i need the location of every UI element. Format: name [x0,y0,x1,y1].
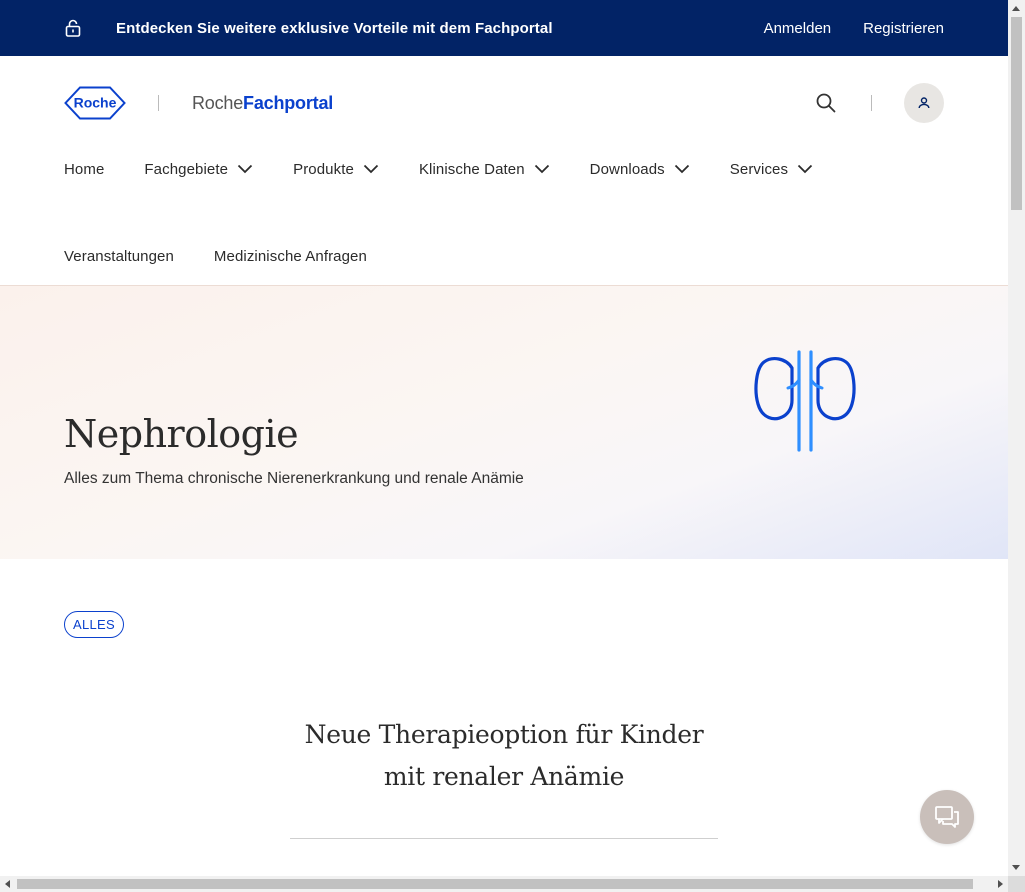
page-viewport: Entdecken Sie weitere exklusive Vorteile… [0,0,1008,876]
nav-row-primary: Home Fachgebiete Produkte Klinische Date… [64,158,853,180]
logo-divider [158,95,159,111]
horizontal-scroll-thumb[interactable] [17,879,973,889]
filter-chip-alles[interactable]: ALLES [64,611,124,638]
nav-label: Home [64,160,105,178]
fachportal-brand[interactable]: RocheFachportal [192,93,333,114]
brand-part2: Fachportal [243,92,334,113]
horizontal-scrollbar[interactable] [0,876,1008,892]
kidney-icon [754,350,856,452]
login-link[interactable]: Anmelden [764,20,832,37]
vertical-scrollbar[interactable] [1008,0,1025,876]
nav-item-downloads[interactable]: Downloads [590,161,690,178]
search-icon[interactable] [815,92,837,114]
scroll-left-arrow-icon[interactable] [5,880,10,888]
nav-item-medizinische-anfragen[interactable]: Medizinische Anfragen [214,248,367,265]
chevron-down-icon [797,164,813,174]
user-icon [918,97,930,109]
promo-text: Entdecken Sie weitere exklusive Vorteile… [116,19,553,37]
nav-item-services[interactable]: Services [730,161,813,178]
article-divider [290,838,718,839]
chat-icon [935,806,959,828]
main-nav: Home Fachgebiete Produkte Klinische Date… [0,150,1008,286]
scroll-down-arrow-icon[interactable] [1012,865,1020,870]
register-link[interactable]: Registrieren [863,20,944,37]
tools-divider [871,95,872,111]
page-title: Nephrologie [64,412,299,456]
auth-links: Anmelden Registrieren [764,20,944,37]
nav-item-klinische-daten[interactable]: Klinische Daten [419,161,550,178]
chevron-down-icon [534,164,549,174]
scrollbar-corner [1008,876,1025,892]
nav-label: Downloads [589,160,665,178]
hero-banner: Nephrologie Alles zum Thema chronische N… [0,286,1008,559]
brand-part1: Roche [192,92,244,113]
filter-chips: ALLES [64,611,124,638]
article-title-line1: Neue Therapieoption für Kinder [304,720,704,749]
nav-item-produkte[interactable]: Produkte [293,161,379,178]
unlock-icon [65,19,81,37]
nav-label: Fachgebiete [144,160,229,178]
article-title[interactable]: Neue Therapieoption für Kinder mit renal… [0,714,1008,798]
nav-row-secondary: Veranstaltungen Medizinische Anfragen [64,248,407,265]
chevron-down-icon [363,164,379,174]
nav-label: Services [729,160,789,178]
roche-logo[interactable]: Roche [64,86,126,120]
nav-label: Produkte [293,160,354,178]
scroll-right-arrow-icon[interactable] [998,880,1003,888]
nav-item-veranstaltungen[interactable]: Veranstaltungen [64,248,174,265]
nav-label: Veranstaltungen [64,248,174,265]
page-subtitle: Alles zum Thema chronische Nierenerkrank… [64,470,524,487]
nav-label: Klinische Daten [418,160,525,178]
header-tools [815,83,944,123]
roche-logo-text: Roche [74,95,117,111]
chevron-down-icon [674,164,689,174]
chat-button[interactable] [920,790,974,844]
promo-bar: Entdecken Sie weitere exklusive Vorteile… [0,0,1008,56]
vertical-scroll-thumb[interactable] [1011,17,1022,210]
nav-item-home[interactable]: Home [64,161,104,178]
user-avatar-button[interactable] [904,83,944,123]
site-header: Roche RocheFachportal [0,56,1008,150]
scroll-up-arrow-icon[interactable] [1012,6,1020,11]
article-title-line2: mit renaler Anämie [383,762,625,791]
chevron-down-icon [237,164,253,174]
nav-label: Medizinische Anfragen [213,248,367,265]
nav-item-fachgebiete[interactable]: Fachgebiete [144,161,253,178]
